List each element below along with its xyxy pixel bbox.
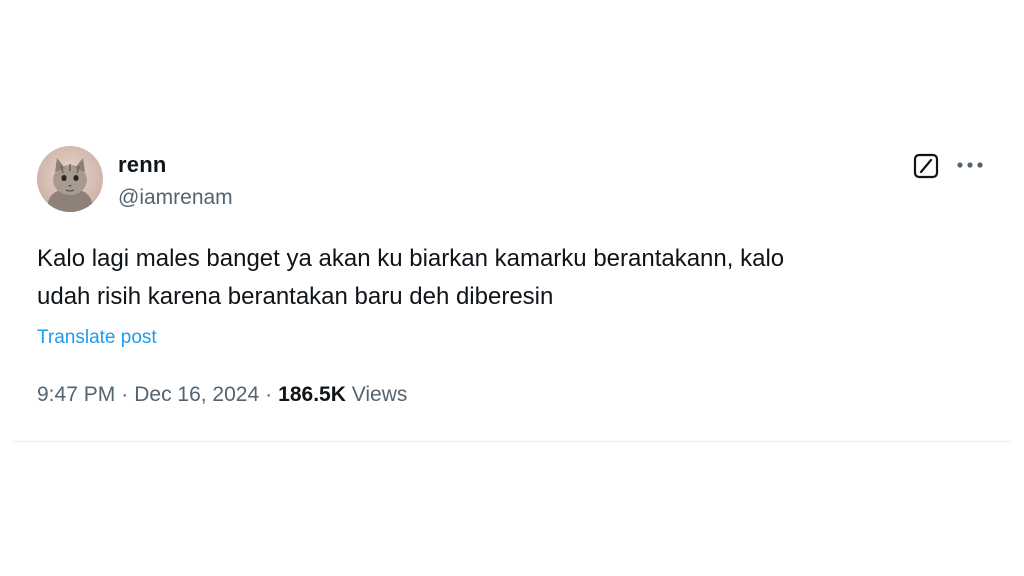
- grok-icon[interactable]: [913, 153, 939, 179]
- avatar[interactable]: [37, 146, 103, 212]
- post-time[interactable]: 9:47 PM: [37, 383, 115, 406]
- user-handle[interactable]: @iamrenam: [118, 186, 233, 210]
- views-label: Views: [351, 383, 408, 406]
- tweet-meta: 9:47 PM · Dec 16, 2024 · 186.5K Views: [37, 383, 407, 407]
- separator: ·: [265, 383, 273, 406]
- tweet-text-line: udah risih karena berantakan baru deh di…: [37, 283, 554, 310]
- tweet-text-line: Kalo lagi males banget ya akan ku biarka…: [37, 245, 785, 272]
- tweet-text: Kalo lagi males banget ya akan ku biarka…: [37, 240, 977, 316]
- display-name[interactable]: renn: [118, 152, 166, 178]
- more-options-icon[interactable]: [953, 153, 989, 177]
- separator: ·: [121, 383, 129, 406]
- post-date[interactable]: Dec 16, 2024: [134, 383, 259, 406]
- views-count[interactable]: 186.5K: [278, 383, 346, 406]
- cat-avatar-icon: [37, 146, 103, 212]
- translate-post-link[interactable]: Translate post: [37, 327, 157, 349]
